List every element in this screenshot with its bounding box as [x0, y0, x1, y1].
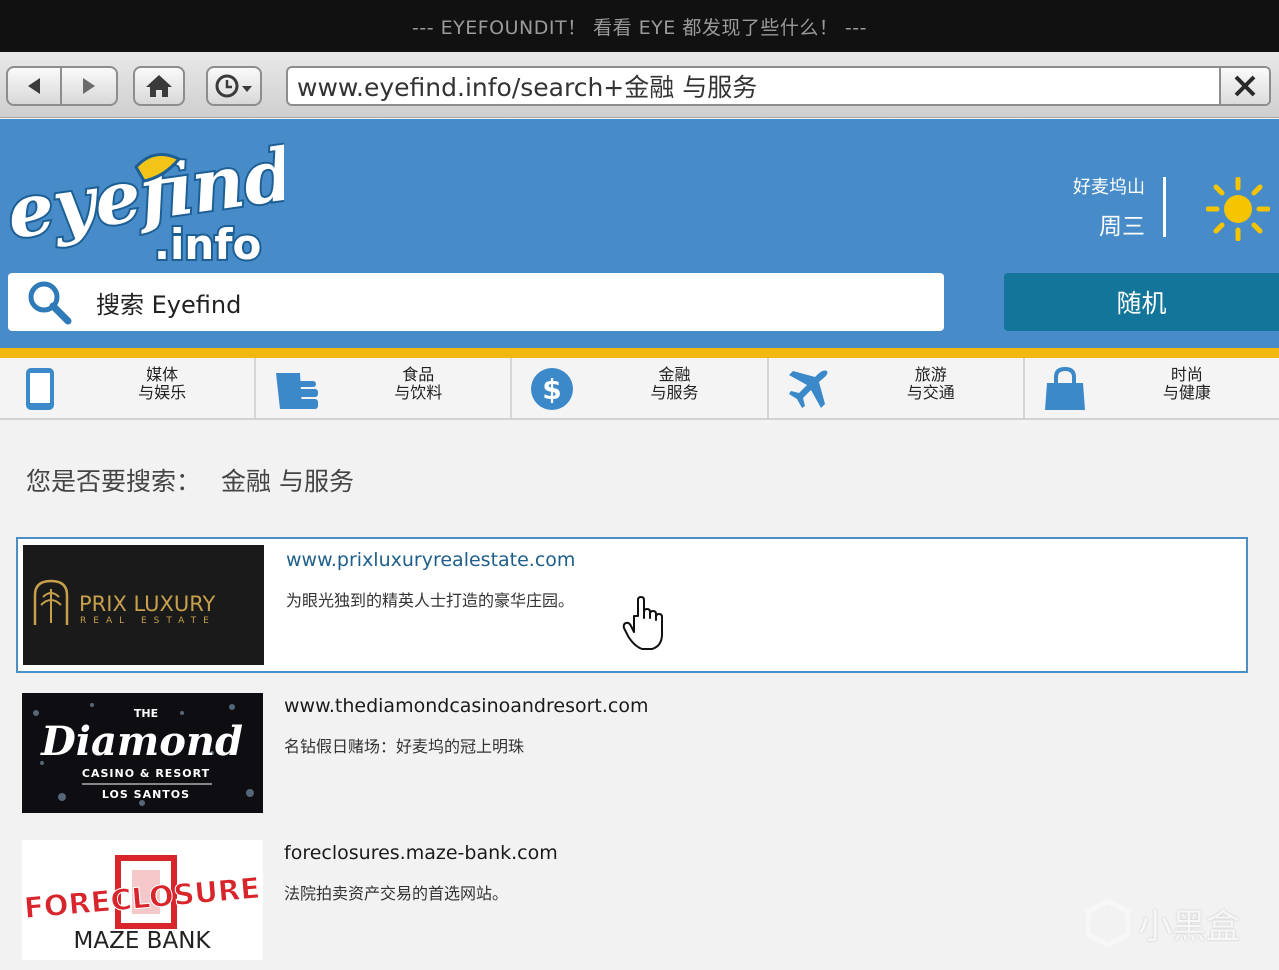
site-header: eyefind .info 好麦坞山 周三 搜索 Eyefind 随机 — [0, 119, 1279, 358]
category-label-line2: 与饮料 — [394, 383, 443, 402]
search-input[interactable]: 搜索 Eyefind — [8, 273, 944, 331]
result-description: 名钻假日赌场：好麦坞的冠上明珠 — [284, 737, 525, 756]
phone-icon — [26, 368, 54, 410]
forward-button[interactable] — [62, 68, 116, 104]
sun-icon — [1206, 177, 1270, 241]
watermark-logo-icon — [1086, 899, 1130, 947]
weather-divider — [1163, 177, 1166, 237]
category-bar: 媒体 与娱乐 食品 与饮料 $ 金融 与服务 旅游 与交通 时尚 与健康 — [0, 358, 1279, 420]
category-fashion[interactable]: 时尚 与健康 — [1025, 358, 1279, 418]
window-title: --- EYEFOUNDIT！ 看看 EYE 都发现了些什么！ --- — [0, 0, 1279, 52]
address-bar[interactable]: www.eyefind.info/search+金融 与服务 — [286, 66, 1271, 106]
category-label-line1: 食品 — [402, 365, 435, 384]
result-url[interactable]: www.prixluxuryrealestate.com — [286, 549, 575, 571]
eyefind-logo[interactable]: eyefind .info — [4, 137, 284, 267]
search-result[interactable]: FORECLOSURE MAZE BANK foreclosures.maze-… — [16, 832, 1248, 968]
thumb-subtitle: CASINO & RESORT — [82, 767, 210, 780]
hand-pointer-cursor-icon — [622, 596, 663, 650]
thumb-title: PRIX LUXURY — [79, 592, 216, 616]
search-result[interactable]: THE Diamond CASINO & RESORT LOS SANTOS w… — [16, 685, 1248, 821]
logo-info-text: .info — [154, 220, 261, 267]
weather-day: 周三 — [1099, 214, 1145, 240]
clock-history-icon — [215, 74, 252, 98]
category-label-line2: 与娱乐 — [138, 383, 187, 402]
result-thumbnail[interactable]: THE Diamond CASINO & RESORT LOS SANTOS — [22, 693, 263, 813]
home-button[interactable] — [133, 66, 185, 106]
food-icon — [276, 373, 319, 409]
category-food[interactable]: 食品 与饮料 — [256, 358, 513, 418]
category-label-line2: 与健康 — [1162, 383, 1211, 402]
svg-text:$: $ — [543, 373, 562, 406]
category-media[interactable]: 媒体 与娱乐 — [0, 358, 257, 418]
magnifier-icon — [28, 281, 72, 325]
category-label-line1: 时尚 — [1170, 365, 1203, 384]
did-you-mean-prompt: 您是否要搜索： — [26, 467, 202, 496]
did-you-mean-query[interactable]: 金融 与服务 — [221, 467, 354, 496]
category-label-line1: 旅游 — [914, 365, 947, 384]
category-label-line1: 金融 — [658, 365, 691, 384]
clear-url-button[interactable] — [1219, 68, 1269, 104]
game-browser-window: --- EYEFOUNDIT！ 看看 EYE 都发现了些什么！ --- www.… — [0, 0, 1279, 970]
watermark-text: 小黑盒 — [1138, 906, 1240, 947]
result-thumbnail[interactable]: FORECLOSURE MAZE BANK — [22, 840, 263, 960]
history-button[interactable] — [206, 66, 262, 106]
close-x-icon — [1234, 75, 1256, 97]
url-input[interactable]: www.eyefind.info/search+金融 与服务 — [288, 68, 1219, 104]
category-finance[interactable]: $ 金融 与服务 — [512, 358, 769, 418]
browser-toolbar: www.eyefind.info/search+金融 与服务 — [0, 52, 1279, 118]
back-button[interactable] — [8, 68, 62, 104]
result-url[interactable]: foreclosures.maze-bank.com — [284, 842, 558, 864]
category-label-line2: 与服务 — [650, 383, 699, 402]
result-description: 为眼光独到的精英人士打造的豪华庄园。 — [286, 591, 575, 610]
home-icon — [146, 75, 172, 97]
airplane-icon — [788, 370, 828, 408]
did-you-mean: 您是否要搜索： 金融 与服务 — [26, 462, 354, 498]
thumb-subtitle: REAL ESTATE — [80, 616, 216, 626]
result-description: 法院拍卖资产交易的首选网站。 — [284, 884, 509, 903]
search-placeholder: 搜索 Eyefind — [96, 290, 242, 319]
thumb-subtitle: MAZE BANK — [74, 928, 212, 954]
weather-location: 好麦坞山 — [1073, 177, 1145, 198]
random-button[interactable]: 随机 — [1004, 273, 1279, 331]
shopping-bag-icon — [1044, 367, 1085, 410]
thumb-title: Diamond — [40, 718, 243, 765]
weather-widget: 好麦坞山 周三 — [1073, 173, 1145, 241]
result-thumbnail[interactable]: PRIX LUXURY REAL ESTATE — [23, 545, 264, 665]
category-travel[interactable]: 旅游 与交通 — [769, 358, 1025, 418]
gold-stripe — [0, 348, 1279, 358]
dollar-icon: $ — [531, 368, 574, 410]
back-arrow-icon — [28, 78, 40, 94]
forward-arrow-icon — [83, 78, 95, 94]
thumb-subtitle-2: LOS SANTOS — [102, 788, 190, 801]
nav-buttons — [6, 66, 118, 106]
category-label-line1: 媒体 — [146, 365, 179, 384]
watermark: 小黑盒 — [1086, 896, 1246, 950]
result-url[interactable]: www.thediamondcasinoandresort.com — [284, 695, 648, 717]
category-label-line2: 与交通 — [906, 383, 955, 402]
